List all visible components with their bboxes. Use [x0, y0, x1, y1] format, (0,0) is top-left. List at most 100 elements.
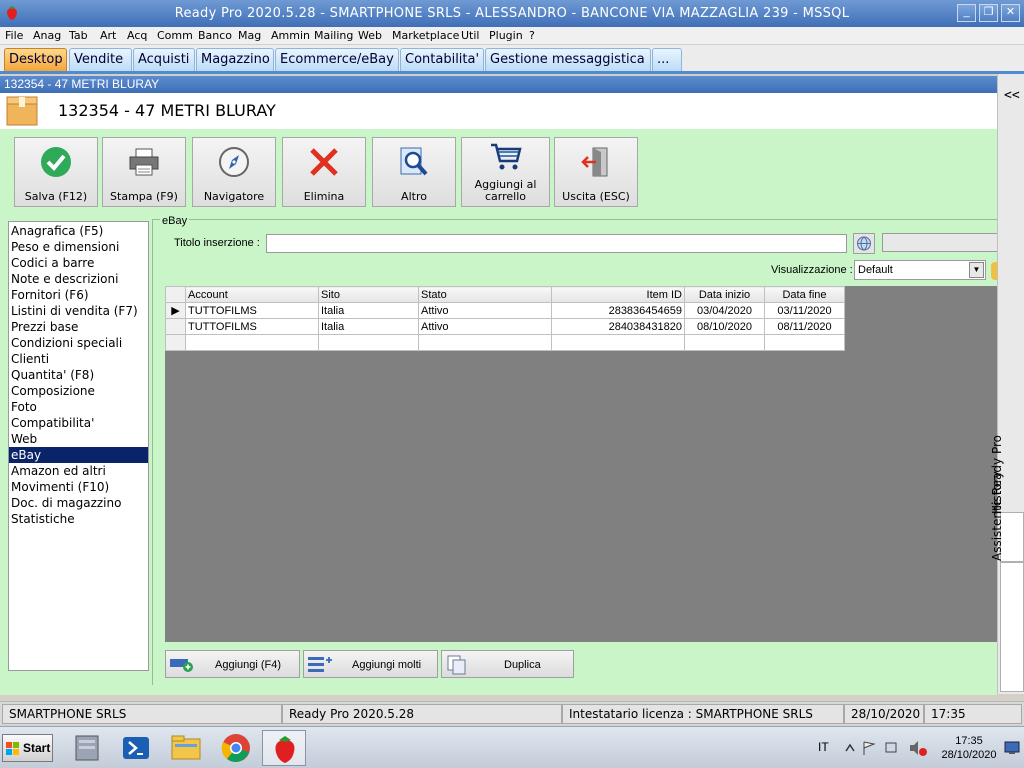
table-row[interactable]: TUTTOFILMS Italia Attivo 284038431820 08… [165, 318, 845, 335]
menu-file[interactable]: File [5, 29, 23, 42]
cell-empty[interactable] [185, 334, 319, 351]
tab-acquisti[interactable]: Acquisti [133, 48, 195, 71]
cell-stato[interactable]: Attivo [418, 302, 552, 319]
tab-gestione-messaggistica[interactable]: Gestione messaggistica [485, 48, 651, 71]
section-note-descrizioni[interactable]: Note e descrizioni [9, 271, 148, 287]
menu-web[interactable]: Web [358, 29, 382, 42]
section-statistiche[interactable]: Statistiche [9, 511, 148, 527]
powershell-icon[interactable] [114, 730, 158, 766]
add-many-button[interactable]: Aggiungi molti [303, 650, 438, 678]
listing-title-input[interactable] [266, 234, 847, 253]
taskbar-clock[interactable]: 17:35 28/10/2020 [938, 734, 1000, 762]
cell-sito[interactable]: Italia [318, 318, 419, 335]
restore-button[interactable]: ❐ [979, 4, 998, 22]
cell-account[interactable]: TUTTOFILMS [185, 302, 319, 319]
cell-data-fine[interactable]: 03/11/2020 [764, 302, 845, 319]
section-clienti[interactable]: Clienti [9, 351, 148, 367]
tab-desktop[interactable]: Desktop [4, 48, 67, 71]
printer-icon [129, 148, 159, 176]
section-foto[interactable]: Foto [9, 399, 148, 415]
col-stato[interactable]: Stato [418, 286, 552, 303]
menu-tab[interactable]: Tab [69, 29, 88, 42]
view-select[interactable]: Default ▼ [854, 260, 986, 280]
cell-item-id[interactable]: 283836454659 [551, 302, 685, 319]
section-peso-dimensioni[interactable]: Peso e dimensioni [9, 239, 148, 255]
delete-button[interactable]: Elimina [282, 137, 366, 207]
other-button[interactable]: Altro [372, 137, 456, 207]
col-account[interactable]: Account [185, 286, 319, 303]
menu-comm[interactable]: Comm [157, 29, 193, 42]
cell-account[interactable]: TUTTOFILMS [185, 318, 319, 335]
new-row[interactable] [165, 334, 845, 351]
section-quantita[interactable]: Quantita' (F8) [9, 367, 148, 383]
duplicate-button[interactable]: Duplica [441, 650, 574, 678]
menu-acq[interactable]: Acq [127, 29, 147, 42]
cell-sito[interactable]: Italia [318, 302, 419, 319]
section-codici-barre[interactable]: Codici a barre [9, 255, 148, 271]
ready-pro-taskbar-icon[interactable] [262, 730, 306, 766]
tab-magazzino[interactable]: Magazzino [196, 48, 274, 71]
section-listini-vendita[interactable]: Listini di vendita (F7) [9, 303, 148, 319]
section-anagrafica[interactable]: Anagrafica (F5) [9, 223, 148, 239]
explorer-folder-icon[interactable] [164, 730, 208, 766]
section-amazon[interactable]: Amazon ed altri [9, 463, 148, 479]
tab-contabilita[interactable]: Contabilita' [400, 48, 484, 71]
cell-empty[interactable] [764, 334, 845, 351]
section-web[interactable]: Web [9, 431, 148, 447]
menu-banco[interactable]: Banco [198, 29, 232, 42]
menu-mag[interactable]: Mag [238, 29, 261, 42]
show-desktop-icon[interactable] [1004, 741, 1020, 755]
menu-plugin[interactable]: Plugin [489, 29, 523, 42]
table-row[interactable]: ▶ TUTTOFILMS Italia Attivo 283836454659 … [165, 302, 845, 319]
add-button[interactable]: Aggiungi (F4) [165, 650, 300, 678]
menu-help[interactable]: ? [529, 29, 535, 42]
exit-button[interactable]: Uscita (ESC) [554, 137, 638, 207]
print-button[interactable]: Stampa (F9) [102, 137, 186, 207]
chrome-icon[interactable] [214, 730, 258, 766]
start-button[interactable]: Start [2, 734, 53, 762]
collapse-sidebar-button[interactable]: << [1004, 88, 1020, 103]
menu-util[interactable]: Util [461, 29, 479, 42]
section-condizioni-speciali[interactable]: Condizioni speciali [9, 335, 148, 351]
cell-empty[interactable] [418, 334, 552, 351]
keyboard-language-indicator[interactable]: IT [818, 740, 829, 754]
minimize-button[interactable]: _ [957, 4, 976, 22]
col-data-inizio[interactable]: Data inizio [684, 286, 765, 303]
section-prezzi-base[interactable]: Prezzi base [9, 319, 148, 335]
system-tray-icons[interactable] [844, 739, 930, 757]
menu-mailing[interactable]: Mailing [314, 29, 353, 42]
section-compatibilita[interactable]: Compatibilita' [9, 415, 148, 431]
col-item-id[interactable]: Item ID [551, 286, 685, 303]
section-ebay[interactable]: eBay [9, 447, 148, 463]
cell-data-inizio[interactable]: 08/10/2020 [684, 318, 765, 335]
menu-ammin[interactable]: Ammin [271, 29, 310, 42]
tab-ecommerce-ebay[interactable]: Ecommerce/eBay [275, 48, 399, 71]
globe-button[interactable] [853, 233, 875, 254]
navigator-button[interactable]: Navigatore [192, 137, 276, 207]
menu-anag[interactable]: Anag [33, 29, 61, 42]
cell-empty[interactable] [318, 334, 419, 351]
menu-marketplace[interactable]: Marketplace [392, 29, 459, 42]
cell-data-inizio[interactable]: 03/04/2020 [684, 302, 765, 319]
col-sito[interactable]: Sito [318, 286, 419, 303]
section-movimenti[interactable]: Movimenti (F10) [9, 479, 148, 495]
add-to-cart-button[interactable]: Aggiungi al carrello [461, 137, 550, 207]
close-button[interactable]: ✕ [1001, 4, 1020, 22]
save-button[interactable]: Salva (F12) [14, 137, 98, 207]
section-composizione[interactable]: Composizione [9, 383, 148, 399]
cell-data-fine[interactable]: 08/11/2020 [764, 318, 845, 335]
server-manager-icon[interactable] [66, 730, 110, 766]
cell-empty[interactable] [684, 334, 765, 351]
assistant-tab[interactable]: Assistente Ready Pro [990, 435, 1024, 692]
cell-item-id[interactable]: 284038431820 [551, 318, 685, 335]
tab-vendite[interactable]: Vendite [69, 48, 132, 71]
menu-art[interactable]: Art [100, 29, 116, 42]
search-document-icon [400, 147, 428, 176]
tab-more[interactable]: ... [652, 48, 682, 71]
section-doc-magazzino[interactable]: Doc. di magazzino [9, 495, 148, 511]
cell-stato[interactable]: Attivo [418, 318, 552, 335]
dropdown-arrow-icon[interactable]: ▼ [969, 262, 984, 278]
col-data-fine[interactable]: Data fine [764, 286, 845, 303]
section-fornitori[interactable]: Fornitori (F6) [9, 287, 148, 303]
cell-empty[interactable] [551, 334, 685, 351]
